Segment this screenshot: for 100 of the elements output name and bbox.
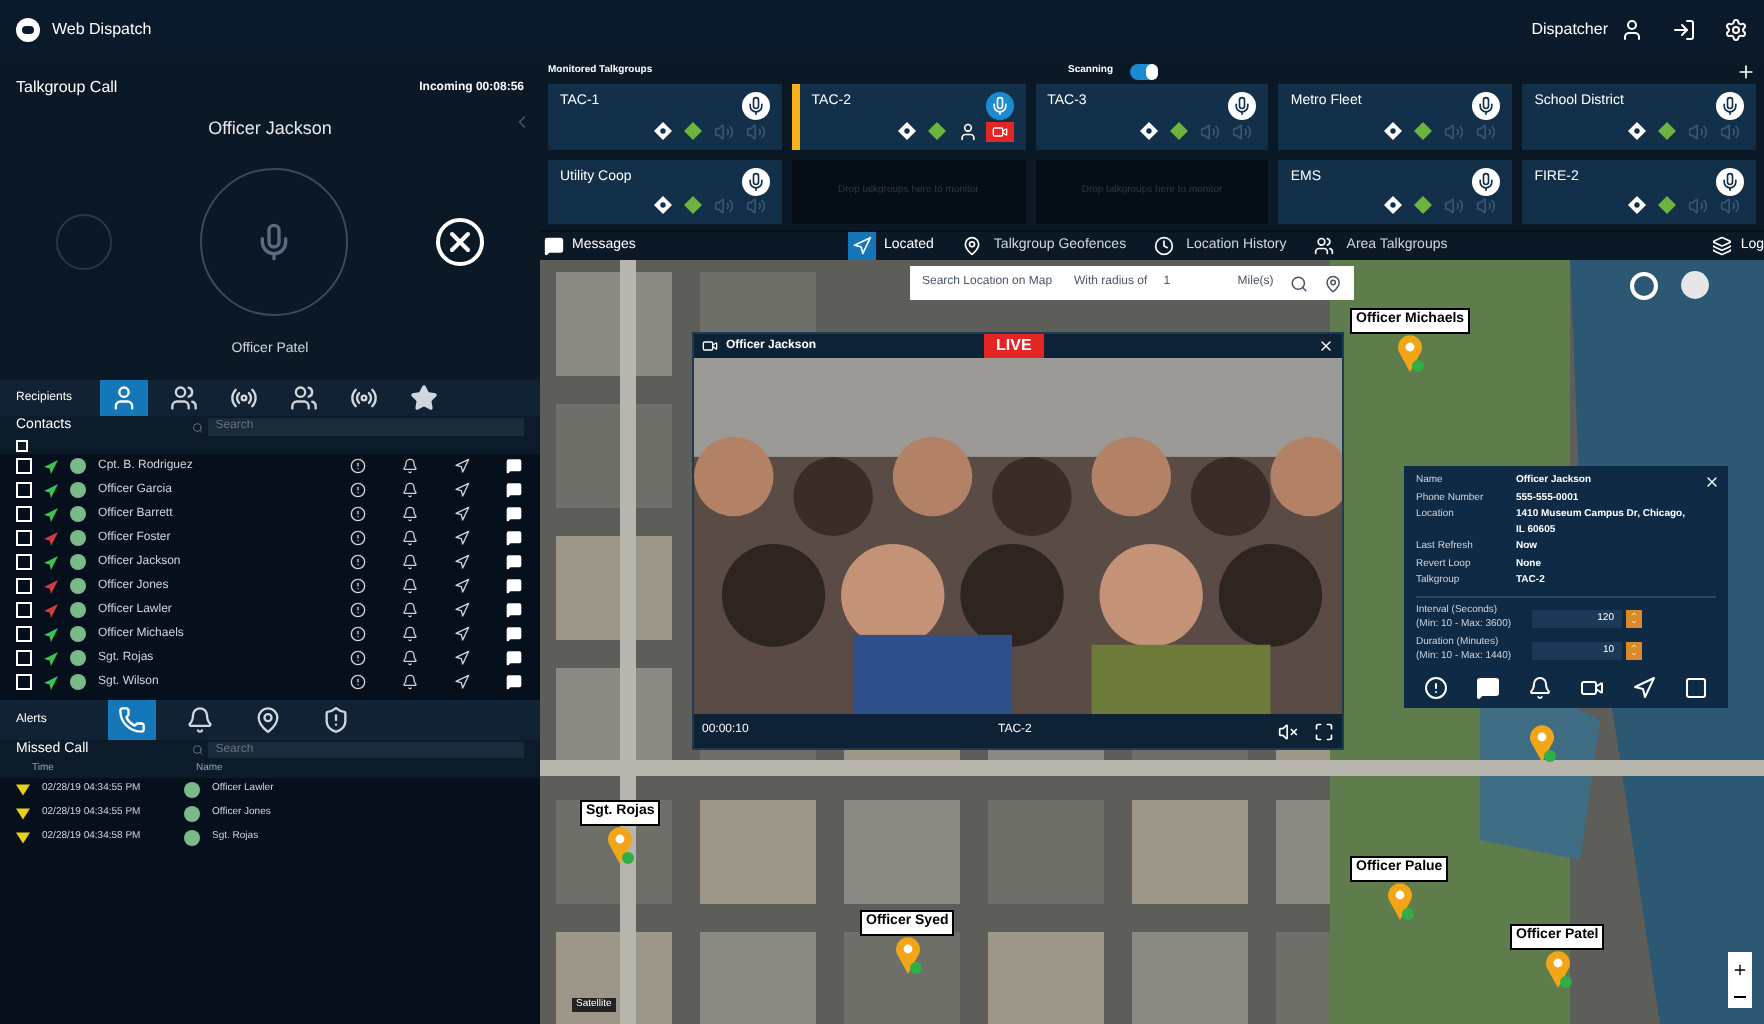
logout-icon[interactable]	[1672, 18, 1696, 42]
diamond-icon	[683, 196, 702, 214]
filter-tab[interactable]	[100, 378, 148, 418]
row-checkbox[interactable]	[16, 482, 32, 498]
diamond-icon	[1658, 121, 1676, 139]
group-icon	[290, 384, 318, 412]
speaker-icon	[1688, 196, 1708, 216]
speaker-icon	[1720, 196, 1740, 216]
mic-button[interactable]	[1472, 92, 1501, 120]
message-icon[interactable]	[506, 602, 522, 618]
message-icon[interactable]	[506, 578, 522, 594]
speaker-icon	[745, 196, 766, 216]
speaker-icon	[1444, 121, 1465, 141]
row-checkbox[interactable]	[16, 602, 32, 618]
diamond-icon	[897, 121, 916, 139]
message-icon[interactable]	[506, 530, 522, 546]
row-checkbox[interactable]	[16, 626, 32, 642]
radio-icon	[230, 384, 258, 412]
diamond-icon	[653, 121, 672, 139]
pin-icon	[254, 706, 282, 734]
alert-icon[interactable]	[350, 626, 366, 642]
logo-icon	[16, 18, 40, 42]
mic-button[interactable]	[1472, 167, 1501, 195]
speaker-icon	[1444, 196, 1465, 216]
row-checkbox[interactable]	[16, 506, 32, 522]
clock-icon	[1154, 236, 1175, 256]
mic-button[interactable]	[741, 167, 770, 195]
message-icon[interactable]	[506, 506, 522, 522]
bell-icon[interactable]	[402, 530, 418, 546]
group-icon	[1314, 236, 1335, 256]
alert-icon[interactable]	[350, 506, 366, 522]
speaker-icon	[1476, 196, 1497, 216]
bell-icon[interactable]	[402, 626, 418, 642]
mic-button[interactable]	[741, 92, 770, 120]
alert-icon[interactable]	[350, 602, 366, 618]
bell-icon[interactable]	[402, 602, 418, 618]
message-icon	[544, 236, 564, 256]
bell-icon[interactable]	[402, 506, 418, 522]
bell-icon[interactable]	[402, 578, 418, 594]
row-checkbox[interactable]	[16, 674, 32, 690]
video-button[interactable]	[985, 121, 1014, 141]
diamond-icon	[1414, 196, 1433, 214]
row-checkbox[interactable]	[16, 578, 32, 594]
row-checkbox[interactable]	[16, 458, 32, 474]
search-icon	[192, 421, 204, 433]
phone-icon	[118, 706, 146, 734]
message-icon[interactable]	[506, 554, 522, 570]
speaker-icon	[713, 196, 734, 216]
call-title: Talkgroup Call	[16, 76, 118, 100]
group-icon	[170, 384, 198, 412]
diamond-icon	[1384, 196, 1403, 214]
row-checkbox[interactable]	[16, 554, 32, 570]
speaker-icon	[1476, 121, 1497, 141]
speaker-icon	[1688, 121, 1708, 141]
end-call-button[interactable]	[436, 217, 484, 265]
speaker-icon	[1232, 121, 1253, 141]
speaker-icon	[1720, 121, 1740, 141]
message-icon[interactable]	[506, 650, 522, 666]
alert-icon[interactable]	[350, 482, 366, 498]
pin-icon	[961, 236, 982, 256]
diamond-icon	[1628, 121, 1646, 139]
speaker-icon	[1200, 121, 1221, 141]
diamond-icon	[1140, 121, 1159, 139]
mic-button[interactable]	[985, 92, 1014, 120]
diamond-icon	[1628, 196, 1646, 214]
person-icon	[957, 121, 978, 141]
scanning-toggle[interactable]	[1129, 64, 1158, 80]
arrow-icon	[852, 236, 872, 256]
alarm-icon	[322, 706, 350, 734]
message-icon[interactable]	[506, 626, 522, 642]
alert-icon[interactable]	[350, 530, 366, 546]
alert-icon[interactable]	[350, 554, 366, 570]
alert-icon[interactable]	[350, 674, 366, 690]
mic-button[interactable]	[1716, 167, 1744, 195]
bell-icon[interactable]	[402, 674, 418, 690]
add-icon[interactable]	[1736, 62, 1756, 82]
bell-icon[interactable]	[402, 554, 418, 570]
app-title: Web Dispatch	[52, 18, 152, 42]
user-icon	[1620, 18, 1644, 42]
mic-button[interactable]	[1716, 92, 1744, 120]
alert-icon[interactable]	[350, 578, 366, 594]
message-icon[interactable]	[506, 482, 522, 498]
bell-icon	[186, 706, 214, 734]
bell-icon[interactable]	[402, 650, 418, 666]
row-checkbox[interactable]	[16, 650, 32, 666]
settings-icon[interactable]	[1724, 18, 1748, 42]
message-icon[interactable]	[506, 674, 522, 690]
select-all-checkbox[interactable]	[16, 440, 28, 452]
alert-icon[interactable]	[350, 650, 366, 666]
diamond-icon	[653, 196, 672, 214]
alert-icon[interactable]	[350, 458, 366, 474]
speaker-icon	[713, 121, 734, 141]
caller-name: Officer Jackson	[208, 116, 332, 142]
user-name: Dispatcher	[1531, 18, 1608, 42]
bell-icon[interactable]	[402, 482, 418, 498]
message-icon[interactable]	[506, 458, 522, 474]
mic-button[interactable]	[1228, 92, 1257, 120]
diamond-icon	[1384, 121, 1403, 139]
bell-icon[interactable]	[402, 458, 418, 474]
row-checkbox[interactable]	[16, 530, 32, 546]
